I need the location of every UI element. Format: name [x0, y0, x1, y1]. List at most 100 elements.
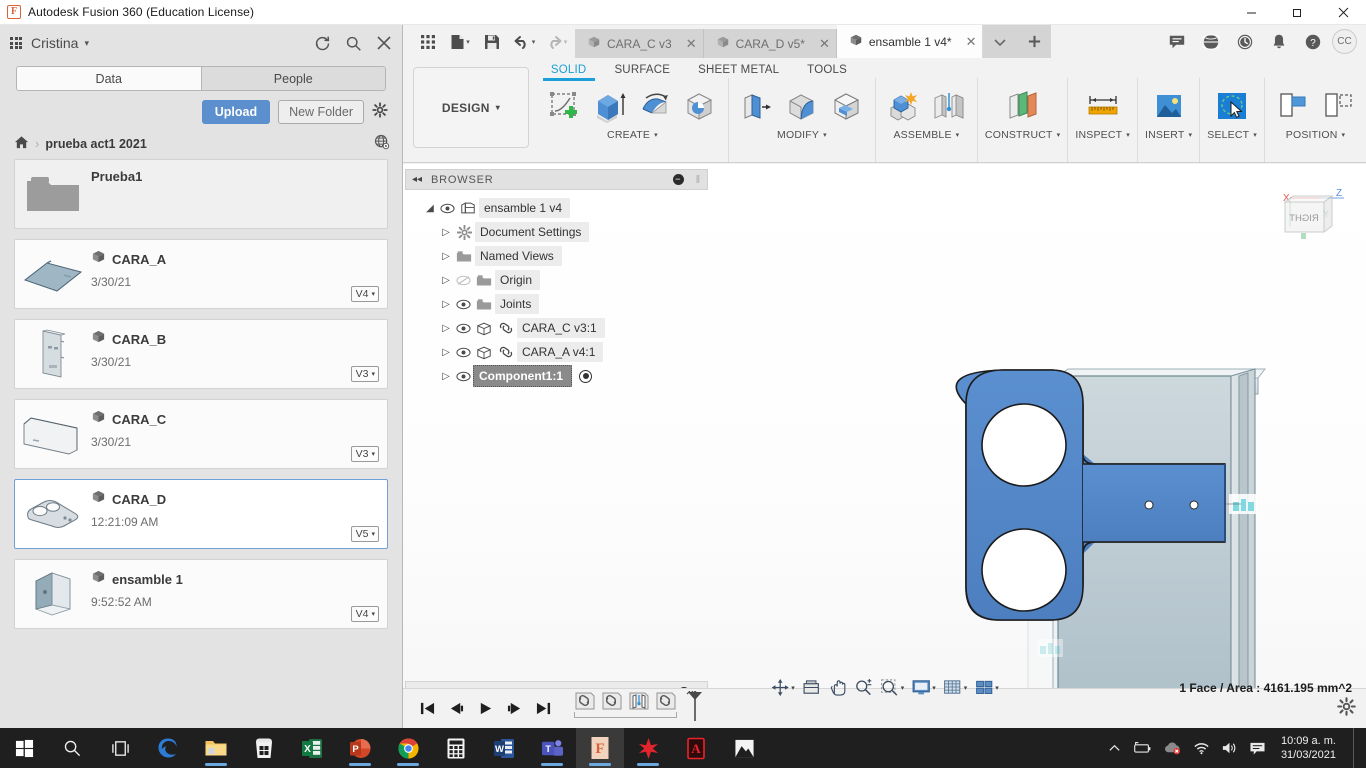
word-button[interactable]: W [480, 728, 528, 768]
chevron-down-icon[interactable]: ▾ [84, 38, 89, 49]
tree-node-origin[interactable]: ▷ Origin [405, 268, 708, 292]
viewports-icon[interactable]: ▾ [971, 676, 1002, 699]
expand-arrow-icon[interactable]: ▷ [439, 371, 453, 382]
tree-node-joints[interactable]: ▷ Joints [405, 292, 708, 316]
minimize-button[interactable] [1228, 0, 1274, 25]
step-forward-icon[interactable] [506, 701, 523, 716]
tab-tools[interactable]: TOOLS [793, 64, 861, 76]
tab-people[interactable]: People [201, 67, 385, 90]
extrude-icon[interactable] [589, 83, 631, 129]
tab-solid[interactable]: SOLID [537, 64, 601, 76]
globe-icon[interactable] [1196, 27, 1226, 57]
tree-node-component1[interactable]: ▷ Component1:1 [405, 364, 708, 388]
timeline-end-marker[interactable] [684, 690, 706, 726]
new-folder-button[interactable]: New Folder [278, 100, 364, 124]
tree-node-named-views[interactable]: ▷ Named Views [405, 244, 708, 268]
acrobat-button[interactable]: A [672, 728, 720, 768]
insert-image-icon[interactable] [1148, 83, 1190, 129]
orbit-icon[interactable]: ▾ [767, 676, 798, 699]
chevron-up-icon[interactable] [1108, 742, 1121, 755]
close-icon[interactable]: ✕ [958, 34, 977, 50]
powerpoint-button[interactable]: P [336, 728, 384, 768]
hole-icon[interactable] [679, 83, 721, 129]
expand-arrow-icon[interactable]: ▷ [439, 299, 453, 310]
version-badge[interactable]: V4 ▾ [350, 606, 379, 622]
tree-node-ensamble-1[interactable]: ◢ ensamble 1 v4 [405, 196, 708, 220]
show-desktop-button[interactable] [1353, 728, 1358, 768]
joint-icon[interactable] [928, 83, 970, 129]
cloud-error-icon[interactable] [1163, 741, 1182, 755]
avatar[interactable]: CC [1332, 29, 1357, 54]
version-badge[interactable]: V3 ▾ [350, 366, 379, 382]
minimize-browser-icon[interactable]: − [672, 174, 684, 185]
visibility-eye-icon[interactable] [453, 323, 473, 334]
look-at-icon[interactable] [799, 676, 824, 699]
file-explorer-button[interactable] [192, 728, 240, 768]
go-to-beginning-icon[interactable] [419, 701, 436, 716]
create-sketch-icon[interactable] [544, 83, 586, 129]
pan-icon[interactable] [825, 676, 850, 699]
shell-icon[interactable] [826, 83, 868, 129]
search-icon[interactable] [345, 35, 362, 52]
expand-arrow-icon[interactable]: ▷ [439, 251, 453, 262]
viewport[interactable]: ◂◂ BROWSER − ‖ ◢ ensamble 1 v4 ▷ Documen… [403, 164, 1366, 705]
tree-node-cara-a[interactable]: ▷ CARA_A v4:1 [405, 340, 708, 364]
joint-feature-icon[interactable] [655, 691, 679, 713]
home-icon[interactable] [14, 135, 29, 153]
breadcrumb-project[interactable]: prueba act1 2021 [45, 137, 146, 151]
notifications-bell-icon[interactable] [1264, 27, 1294, 57]
as-built-joint-feature-icon[interactable] [628, 691, 652, 713]
document-tab-cara-d[interactable]: CARA_D v5* ✕ [703, 29, 837, 58]
list-item[interactable]: CARA_D 12:21:09 AM V5 ▾ [14, 479, 388, 549]
list-item[interactable]: CARA_B 3/30/21 V3 ▾ [14, 319, 388, 389]
expand-arrow-icon[interactable]: ▷ [439, 347, 453, 358]
globe-eye-icon[interactable] [374, 134, 390, 153]
go-to-end-icon[interactable] [535, 701, 552, 716]
new-tab-button[interactable] [1017, 25, 1052, 58]
edge-button[interactable] [144, 728, 192, 768]
show-data-panel-button[interactable] [413, 28, 443, 56]
photos-button[interactable] [720, 728, 768, 768]
close-button[interactable] [1320, 0, 1366, 25]
speaker-icon[interactable] [1221, 741, 1238, 755]
list-item[interactable]: ensamble 1 9:52:52 AM V4 ▾ [14, 559, 388, 629]
wifi-icon[interactable] [1193, 741, 1210, 755]
align-icon[interactable] [1272, 83, 1314, 129]
display-settings-icon[interactable]: ▾ [908, 676, 939, 699]
list-item[interactable]: Prueba1 [14, 159, 388, 229]
play-icon[interactable] [477, 701, 494, 716]
job-status-icon[interactable] [1230, 27, 1260, 57]
visibility-eye-off-icon[interactable] [453, 275, 473, 286]
microsoft-store-button[interactable] [240, 728, 288, 768]
cura-button[interactable] [624, 728, 672, 768]
visibility-eye-icon[interactable] [437, 203, 457, 214]
expand-arrow-icon[interactable]: ◢ [423, 203, 437, 214]
grid-snaps-icon[interactable]: ▾ [940, 676, 971, 699]
gear-icon[interactable] [372, 101, 388, 123]
file-menu-button[interactable]: ▾ [445, 28, 475, 56]
tree-node-cara-c[interactable]: ▷ CARA_C v3:1 [405, 316, 708, 340]
select-icon[interactable] [1211, 83, 1253, 129]
visibility-eye-icon[interactable] [453, 371, 473, 382]
timeline-settings-icon[interactable] [1337, 696, 1356, 721]
search-button[interactable] [48, 728, 96, 768]
resize-grip[interactable]: ‖ [696, 174, 701, 186]
close-panel-icon[interactable] [376, 35, 392, 51]
visibility-eye-icon[interactable] [453, 347, 473, 358]
fillet-icon[interactable] [781, 83, 823, 129]
expand-arrow-icon[interactable]: ▷ [439, 275, 453, 286]
task-view-button[interactable] [96, 728, 144, 768]
activate-component-radio[interactable] [579, 369, 592, 383]
panel-label-insert[interactable]: INSERT ▾ [1145, 129, 1192, 145]
maximize-button[interactable] [1274, 0, 1320, 25]
calculator-button[interactable] [432, 728, 480, 768]
visibility-eye-icon[interactable] [453, 299, 473, 310]
zoom-window-icon[interactable]: ▾ [877, 676, 908, 699]
battery-icon[interactable] [1132, 741, 1152, 755]
panel-label-position[interactable]: POSITION ▾ [1286, 129, 1346, 145]
list-item[interactable]: CARA_C 3/30/21 V3 ▾ [14, 399, 388, 469]
panel-label-create[interactable]: CREATE ▾ [607, 129, 658, 145]
close-icon[interactable]: ✕ [811, 36, 830, 52]
measure-icon[interactable] [1082, 83, 1124, 129]
close-icon[interactable]: ✕ [678, 36, 697, 52]
